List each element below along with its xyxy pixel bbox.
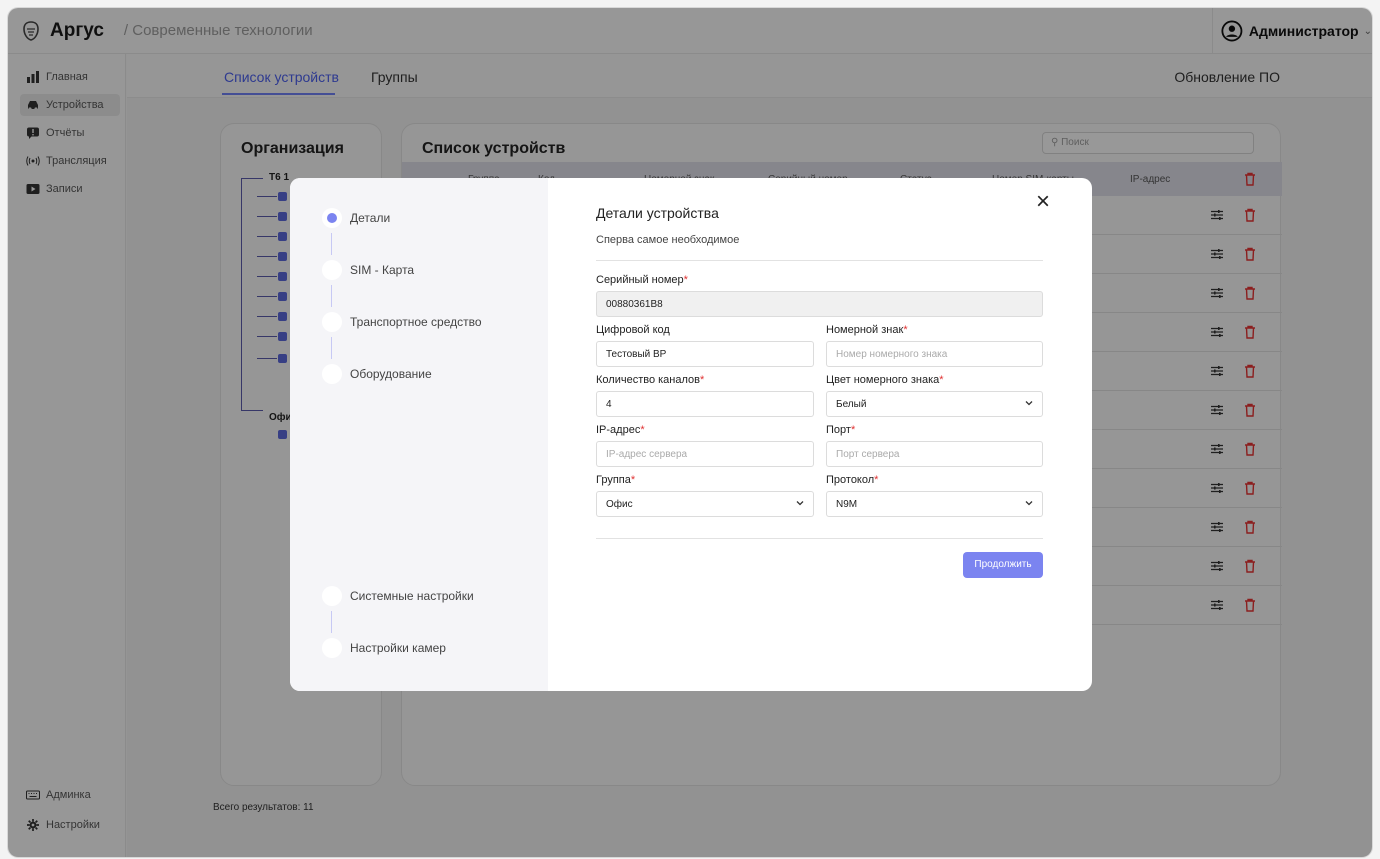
step-connector bbox=[331, 233, 332, 255]
close-icon[interactable]: × bbox=[1036, 188, 1050, 216]
required-mark: * bbox=[630, 474, 636, 486]
ip-label-text: IP-адрес bbox=[596, 424, 641, 436]
form-title: Детали устройства bbox=[596, 205, 719, 221]
port-label: Порт* bbox=[826, 424, 855, 436]
step-sim-card[interactable]: SIM - Карта bbox=[322, 260, 414, 280]
digital-code-field[interactable]: Тестовый ВР bbox=[596, 341, 814, 367]
device-details-form: × Детали устройства Сперва самое необход… bbox=[548, 178, 1092, 691]
serial-label: Серийный номер* bbox=[596, 274, 688, 286]
plate-color-label: Цвет номерного знака* bbox=[826, 374, 944, 386]
code-label: Цифровой код bbox=[596, 324, 670, 336]
code-label-text: Цифровой код bbox=[596, 324, 670, 336]
required-mark: * bbox=[939, 374, 944, 386]
required-mark: * bbox=[874, 474, 879, 486]
protocol-label: Протокол* bbox=[826, 474, 878, 486]
step-active-indicator bbox=[327, 213, 337, 223]
step-vehicle[interactable]: Транспортное средство bbox=[322, 312, 482, 332]
step-dot bbox=[322, 638, 342, 658]
step-camera-settings[interactable]: Настройки камер bbox=[322, 638, 446, 658]
divider bbox=[596, 538, 1043, 539]
step-label: Настройки камер bbox=[350, 641, 446, 655]
ip-label: IP-адрес* bbox=[596, 424, 645, 436]
divider bbox=[596, 260, 1043, 261]
protocol-select[interactable]: N9M bbox=[826, 491, 1043, 517]
chevron-down-icon bbox=[1025, 401, 1033, 406]
step-details[interactable]: Детали bbox=[322, 208, 390, 228]
app-window: Аргус / Современные технологии Администр… bbox=[8, 8, 1372, 857]
group-value: Офис bbox=[606, 499, 633, 510]
required-mark: * bbox=[683, 274, 688, 286]
channels-label-text: Количество каналов bbox=[596, 374, 700, 386]
device-details-modal: Детали SIM - Карта Транспортное средство… bbox=[290, 178, 1092, 691]
protocol-value: N9M bbox=[836, 499, 858, 510]
step-label: Системные настройки bbox=[350, 589, 474, 603]
channels-count-field[interactable]: 4 bbox=[596, 391, 814, 417]
step-system-settings[interactable]: Системные настройки bbox=[322, 586, 474, 606]
step-dot bbox=[322, 312, 342, 332]
step-dot bbox=[322, 260, 342, 280]
step-dot bbox=[322, 586, 342, 606]
plate-label: Номерной знак* bbox=[826, 324, 908, 336]
step-connector bbox=[331, 611, 332, 633]
continue-button[interactable]: Продолжить bbox=[963, 552, 1043, 578]
step-label: Детали bbox=[350, 211, 391, 225]
form-subtitle: Сперва самое необходимое bbox=[596, 234, 740, 246]
step-label: SIM - Карта bbox=[350, 263, 415, 277]
required-mark: * bbox=[700, 374, 705, 386]
group-label-text: Группа bbox=[596, 474, 631, 486]
serial-number-field[interactable]: 00880361B8 bbox=[596, 291, 1043, 317]
wizard-steps: Детали SIM - Карта Транспортное средство… bbox=[290, 178, 548, 691]
step-label: Оборудование bbox=[350, 367, 432, 381]
chevron-down-icon bbox=[796, 501, 804, 506]
step-equipment[interactable]: Оборудование bbox=[322, 364, 432, 384]
group-select[interactable]: Офис bbox=[596, 491, 814, 517]
chevron-down-icon bbox=[1025, 501, 1033, 506]
plate-number-field[interactable]: Номер номерного знака bbox=[826, 341, 1043, 367]
plate-color-value: Белый bbox=[836, 399, 867, 410]
step-connector bbox=[331, 285, 332, 307]
required-mark: * bbox=[640, 424, 645, 436]
step-label: Транспортное средство bbox=[350, 315, 482, 329]
port-field[interactable]: Порт сервера bbox=[826, 441, 1043, 467]
required-mark: * bbox=[903, 324, 908, 336]
plate-color-label-text: Цвет номерного знака bbox=[826, 374, 940, 386]
group-label: Группа* bbox=[596, 474, 635, 486]
plate-color-select[interactable]: Белый bbox=[826, 391, 1043, 417]
step-connector bbox=[331, 337, 332, 359]
protocol-label-text: Протокол bbox=[826, 474, 875, 486]
ip-address-field[interactable]: IP-адрес сервера bbox=[596, 441, 814, 467]
channels-label: Количество каналов* bbox=[596, 374, 704, 386]
step-dot bbox=[322, 208, 342, 228]
port-label-text: Порт bbox=[826, 424, 851, 436]
plate-label-text: Номерной знак bbox=[826, 324, 904, 336]
required-mark: * bbox=[850, 424, 856, 436]
serial-label-text: Серийный номер bbox=[596, 274, 684, 286]
step-dot bbox=[322, 364, 342, 384]
